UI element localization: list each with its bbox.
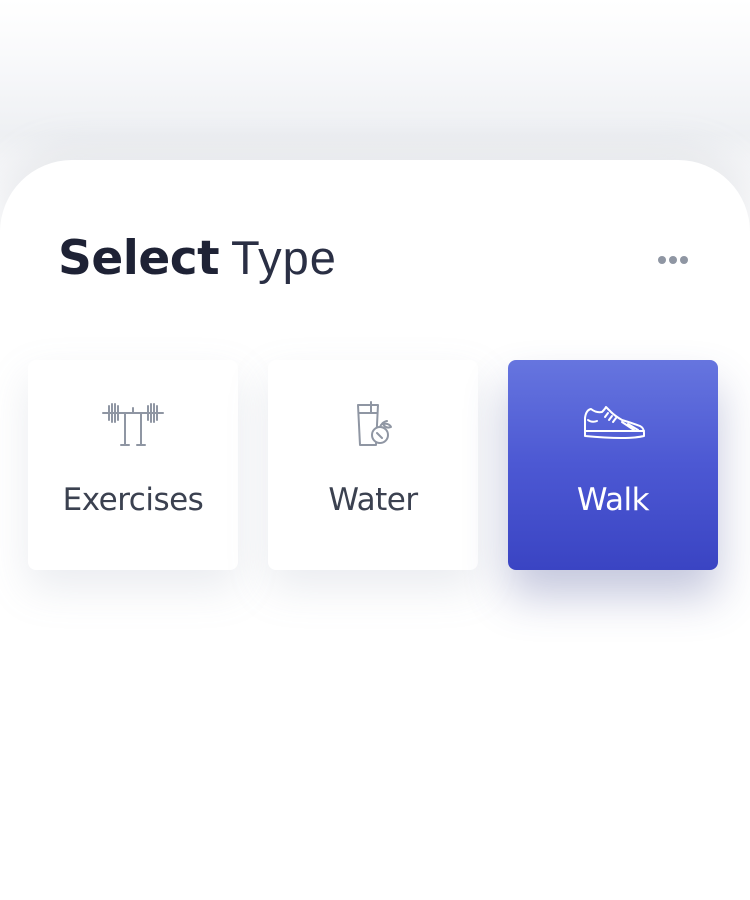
more-options-button[interactable] [651,244,695,276]
type-card-walk[interactable]: Walk [508,360,718,570]
page-title-bold: Select [58,231,220,286]
type-card-exercises[interactable]: Exercises [28,360,238,570]
type-card-list: Exercises Water Walk [28,360,718,570]
type-card-label: Walk [576,482,650,518]
barbell-icon [102,403,164,446]
more-horizontal-icon [658,256,688,264]
type-card-label: Exercises [62,482,204,518]
type-card-water[interactable]: Water [268,360,478,570]
sneaker-icon [584,406,645,439]
page-title-light: Type [231,231,337,284]
page-title: Select Type [58,226,337,291]
type-card-label: Water [328,482,418,518]
water-glass-icon [357,401,392,446]
